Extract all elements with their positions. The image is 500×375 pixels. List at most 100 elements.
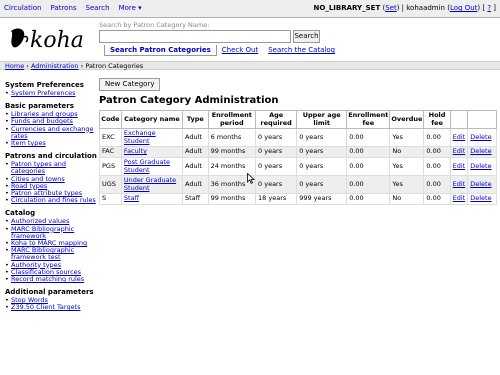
table-cell: 99 months <box>207 193 257 205</box>
help-link[interactable]: ? <box>487 4 491 12</box>
table-row: S Staff Staff 99 months 18 years 999 years 0.0… <box>99 193 497 205</box>
sidebar-link[interactable]: Circulation and fines rules <box>11 196 96 204</box>
category-name-link[interactable]: Exchange Student <box>124 129 156 145</box>
search-button[interactable]: Search <box>293 30 320 43</box>
table-cell: Delete <box>467 193 497 205</box>
table-cell: Post Graduate Student <box>120 157 184 176</box>
table-cell: UGS <box>99 175 122 194</box>
koha-logo[interactable]: koha <box>8 25 93 55</box>
topnav-item-1[interactable]: Circulation <box>4 4 42 12</box>
sidebar-link[interactable]: Item types <box>11 139 46 147</box>
table-cell: 0 years <box>255 157 298 176</box>
delete-link[interactable]: Delete <box>470 194 491 203</box>
sidebar-list: Authorized valuesMARC Bibliographic fram… <box>5 218 97 284</box>
sidebar-link[interactable]: MARC Bibliographic framework <box>11 225 74 240</box>
sidebar-list: System Preferences <box>5 89 97 97</box>
column-header: Hold fee <box>423 110 451 129</box>
table-row: EXC Exchange Student Adult 6 months 0 years 0… <box>99 128 497 147</box>
breadcrumb: Home › Administration › Patron Categorie… <box>0 61 500 70</box>
tab-check-out[interactable]: Check Out <box>217 45 263 56</box>
tab-search-catalog[interactable]: Search the Catalog <box>263 45 340 56</box>
table-cell: 0 years <box>255 175 298 194</box>
topnav-item-3[interactable]: Search <box>86 4 110 12</box>
topnav-item-4[interactable]: More ▾ <box>119 4 142 12</box>
sidebar-link[interactable]: MARC Bibliographic framework test <box>11 246 74 262</box>
sidebar-link[interactable]: Patron types and categories <box>11 160 66 176</box>
table-cell: Delete <box>467 157 497 176</box>
category-name-link[interactable]: Post Graduate Student <box>124 158 170 174</box>
table-cell: Edit <box>449 193 469 205</box>
table-cell: 999 years <box>296 193 348 205</box>
column-header: Upper age limit <box>296 110 348 129</box>
delete-link[interactable]: Delete <box>470 133 491 141</box>
table-cell: 0 years <box>255 128 298 147</box>
sidebar-heading: Patrons and circulation <box>5 152 97 161</box>
column-header: Enrollment period <box>207 110 257 129</box>
new-category-button[interactable]: New Category <box>99 78 161 91</box>
edit-link[interactable]: Edit <box>453 162 466 170</box>
table-cell: 0.00 <box>346 157 391 176</box>
category-name-link[interactable]: Under Graduate Student <box>124 176 176 192</box>
category-name-link[interactable]: Staff <box>124 194 139 203</box>
sidebar-list: Libraries and groupsFunds and budgetsCur… <box>5 111 97 148</box>
table-cell: Under Graduate Student <box>120 175 184 194</box>
table-cell: Delete <box>467 146 497 158</box>
table-cell: 0.00 <box>346 175 391 194</box>
sidebar-heading: System Preferences <box>5 81 84 89</box>
set-library-link[interactable]: Set <box>385 4 397 12</box>
sidebar-item: Patron types and categories <box>5 160 97 176</box>
edit-link[interactable]: Edit <box>453 147 466 156</box>
table-cell: 6 months <box>207 128 257 147</box>
sidebar-link[interactable]: System Preferences <box>11 89 76 97</box>
sidebar-item: Currencies and exchange rates <box>5 125 97 140</box>
logout-link[interactable]: Log Out <box>450 4 477 12</box>
table-cell: 0.00 <box>423 193 451 205</box>
delete-link[interactable]: Delete <box>470 147 491 156</box>
patron-category-table: Code Category name Type Enrollment period Ag… <box>99 110 497 205</box>
table-cell: 0.00 <box>346 128 391 147</box>
table-cell: PGS <box>99 157 122 176</box>
table-cell: 0.00 <box>423 146 451 158</box>
delete-link[interactable]: Delete <box>470 180 491 188</box>
table-cell: 0.00 <box>423 175 451 194</box>
sidebar-item: Z39.50 Client Targets <box>5 303 97 312</box>
sidebar-item: Item types <box>5 139 97 147</box>
top-nav: Circulation Patrons Search More ▾ <box>4 4 142 12</box>
edit-link[interactable]: Edit <box>453 180 466 188</box>
table-cell: Staff <box>182 193 209 205</box>
table-cell: 0.00 <box>346 146 391 158</box>
breadcrumb-home[interactable]: Home <box>5 62 24 70</box>
table-cell: FAC <box>99 146 122 158</box>
table-cell: Edit <box>449 146 469 158</box>
breadcrumb-separator: › <box>80 62 84 70</box>
table-cell: 99 months <box>207 146 257 158</box>
table-cell: Adult <box>182 175 209 194</box>
delete-link[interactable]: Delete <box>470 162 491 170</box>
table-cell: Yes <box>389 128 425 147</box>
table-cell: Staff <box>120 193 184 205</box>
edit-link[interactable]: Edit <box>453 133 466 141</box>
sidebar-link[interactable]: Currencies and exchange rates <box>11 125 94 140</box>
table-cell: Adult <box>182 157 209 176</box>
column-header <box>467 110 497 129</box>
search-input[interactable] <box>99 30 291 43</box>
tab-search-patron-categories[interactable]: Search Patron Categories <box>104 45 217 56</box>
topnav-item-2[interactable]: Patrons <box>51 4 77 12</box>
category-name-link[interactable]: Faculty <box>124 147 147 156</box>
sidebar-heading: Additional parameters <box>5 288 94 297</box>
sidebar-link[interactable]: Record matching rules <box>11 275 84 283</box>
sidebar-item: MARC Bibliographic framework <box>5 225 97 240</box>
column-header: Enrollment fee <box>346 110 391 129</box>
edit-link[interactable]: Edit <box>453 194 466 203</box>
table-cell: EXC <box>99 128 122 147</box>
table-row: FAC Faculty Adult 99 months 0 years 0 years 0.… <box>99 146 497 158</box>
sidebar-link[interactable]: Z39.50 Client Targets <box>11 303 81 311</box>
table-cell: 0 years <box>296 157 348 176</box>
breadcrumb-administration[interactable]: Administration <box>31 62 79 70</box>
table-cell: 0.00 <box>346 193 391 205</box>
column-header: Code <box>99 110 122 129</box>
sidebar-list: Stop WordsZ39.50 Client Targets <box>5 297 97 312</box>
table-cell: 0 years <box>296 175 348 194</box>
column-header: Category name <box>120 110 184 129</box>
table-cell: Edit <box>449 175 469 194</box>
